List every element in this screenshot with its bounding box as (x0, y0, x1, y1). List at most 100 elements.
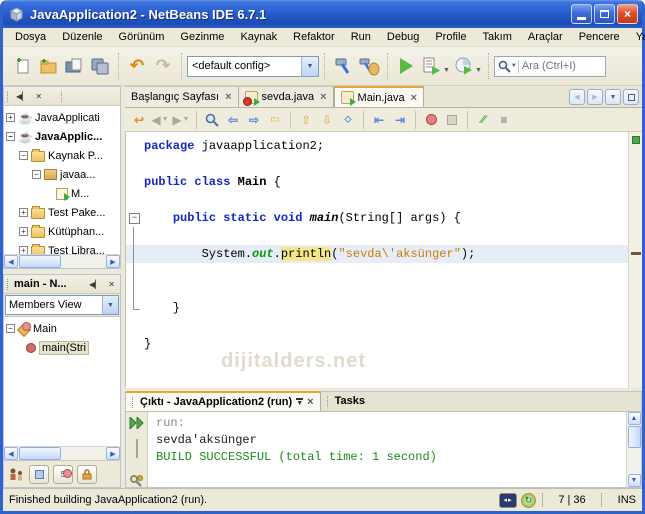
open-project-button[interactable] (61, 53, 87, 79)
search-input[interactable] (521, 60, 592, 72)
menu-item-6[interactable]: Run (343, 29, 379, 45)
toggle-highlight-button[interactable]: ▭ (265, 110, 285, 130)
code-line-8[interactable] (126, 281, 628, 299)
stop-macro-button[interactable] (442, 110, 462, 130)
collapse-icon[interactable]: − (6, 324, 15, 333)
test-packages-node[interactable]: + Test Pake... (4, 203, 120, 222)
minimize-panel-icon[interactable]: ◀▏ (87, 279, 103, 290)
output-tab[interactable]: Çıktı - JavaApplication2 (run) ▼ × (126, 391, 321, 411)
scrollbar-thumb[interactable] (19, 447, 61, 460)
code-line-4[interactable]: public static void main(String[] args) { (126, 209, 628, 227)
output-vscrollbar[interactable]: ▲ ▼ (626, 412, 641, 487)
refresh-status-icon[interactable]: ↻ (521, 492, 536, 508)
menu-item-1[interactable]: Düzenle (54, 29, 110, 45)
menu-item-0[interactable]: Dosya (7, 29, 54, 45)
code-line-11[interactable]: } (126, 335, 628, 353)
tab-close-icon[interactable]: × (320, 91, 326, 103)
show-fields-button[interactable] (29, 464, 49, 484)
output-close-icon[interactable]: × (307, 396, 313, 408)
close-panel-icon[interactable]: ✕ (106, 279, 117, 290)
close-button[interactable]: × (617, 4, 638, 24)
menu-item-10[interactable]: Araçlar (520, 29, 571, 45)
navigator-hscrollbar[interactable]: ◀ ▶ (4, 446, 120, 460)
scrollbar-thumb[interactable] (627, 426, 641, 448)
chevron-down-icon[interactable]: ▼ (102, 296, 118, 314)
find-selection-button[interactable] (202, 110, 222, 130)
previous-bookmark-button[interactable]: ⇧ (296, 110, 316, 130)
scroll-down-icon[interactable]: ▼ (627, 474, 641, 487)
project-node-main[interactable]: − ☕ JavaApplic... (4, 127, 120, 146)
shift-right-button[interactable]: ⇥ (390, 110, 410, 130)
close-panel-icon[interactable]: ✕ (33, 91, 44, 102)
code-line-0[interactable]: package javaapplication2; (126, 137, 628, 155)
run-button[interactable] (393, 53, 419, 79)
document-tab-0[interactable]: Başlangıç Sayfası × (125, 86, 239, 107)
scroll-left-icon[interactable]: ◀ (4, 447, 18, 460)
navigator-view-select[interactable]: Members View ▼ (5, 295, 119, 315)
scrollbar-thumb[interactable] (19, 255, 61, 268)
editor-toolbar-toggle-icon[interactable]: ◂▸ (499, 492, 517, 508)
code-line-9[interactable]: } (126, 299, 628, 317)
source-packages-node[interactable]: − Kaynak P... (4, 146, 120, 165)
output-text[interactable]: run: sevda'aksünger BUILD SUCCESSFUL (tota… (148, 412, 626, 487)
new-file-button[interactable] (9, 53, 35, 79)
debug-button[interactable] (419, 53, 445, 79)
test-libraries-node[interactable]: + Test Libra... (4, 241, 120, 254)
scroll-tabs-right-icon[interactable]: ▶ (587, 89, 603, 105)
tab-close-icon[interactable]: × (411, 92, 417, 104)
menu-item-8[interactable]: Profile (427, 29, 474, 45)
clean-build-button[interactable] (356, 53, 382, 79)
code-editor[interactable]: package javaapplication2; public class Ma… (125, 132, 642, 388)
uncomment-button[interactable]: ≡ (494, 110, 514, 130)
collapse-icon[interactable]: − (19, 151, 28, 160)
code-line-2[interactable]: public class Main { (126, 173, 628, 191)
document-list-dropdown-icon[interactable]: ▼ (605, 89, 621, 105)
menu-item-7[interactable]: Debug (379, 29, 427, 45)
projects-hscrollbar[interactable]: ◀ ▶ (4, 254, 120, 268)
new-project-button[interactable] (35, 53, 61, 79)
expand-icon[interactable]: + (19, 246, 28, 254)
rerun-button[interactable] (129, 415, 144, 434)
document-tab-2[interactable]: Main.java × (333, 86, 425, 107)
libraries-node[interactable]: + Kütüphan... (4, 222, 120, 241)
maximize-editor-icon[interactable] (623, 89, 639, 105)
code-line-1[interactable] (126, 155, 628, 173)
menu-item-2[interactable]: Görünüm (111, 29, 173, 45)
error-stripe[interactable] (628, 132, 642, 388)
comment-button[interactable]: ∕∕ (473, 110, 493, 130)
expand-icon[interactable]: + (6, 113, 15, 122)
show-non-public-button[interactable] (77, 464, 97, 484)
profile-dropdown-icon[interactable]: ▼ (475, 67, 482, 74)
minimize-panel-icon[interactable]: ◀▏ (14, 91, 30, 102)
package-node[interactable]: − javaa... (4, 165, 120, 184)
menu-item-3[interactable]: Gezinme (172, 29, 232, 45)
profile-button[interactable] (451, 53, 477, 79)
project-node[interactable]: + ☕ JavaApplicati (4, 108, 120, 127)
stop-run-button[interactable] (135, 439, 138, 458)
config-select[interactable]: <default config> ▼ (187, 55, 319, 77)
navigator-class-node[interactable]: − Main (4, 319, 120, 338)
collapse-icon[interactable]: − (32, 170, 41, 179)
undo-button[interactable]: ↶ (124, 53, 150, 79)
tab-close-icon[interactable]: × (225, 91, 231, 103)
back-button[interactable]: ◀ ▼ (150, 110, 170, 130)
debug-dropdown-icon[interactable]: ▼ (443, 67, 450, 74)
class-node[interactable]: M... (4, 184, 120, 203)
scroll-up-icon[interactable]: ▲ (627, 412, 641, 425)
forward-button[interactable]: ▶ ▼ (171, 110, 191, 130)
expand-icon[interactable]: + (19, 208, 28, 217)
toggle-bookmark-button[interactable]: ⬦ (338, 110, 358, 130)
start-macro-button[interactable] (421, 110, 441, 130)
document-tab-1[interactable]: sevda.java × (238, 86, 334, 107)
quick-search[interactable]: ▼ (493, 55, 606, 77)
find-previous-button[interactable]: ⇦ (223, 110, 243, 130)
menu-item-4[interactable]: Kaynak (232, 29, 285, 45)
code-area[interactable]: package javaapplication2; public class Ma… (126, 132, 628, 388)
menu-item-12[interactable]: Yardım (628, 29, 645, 45)
code-line-7[interactable] (126, 263, 628, 281)
last-edit-location-button[interactable]: ↩ (129, 110, 149, 130)
code-line-6[interactable]: System.out.println("sevda\'aksünger"); (126, 245, 628, 263)
expand-icon[interactable]: + (19, 227, 28, 236)
search-dropdown-icon[interactable]: ▼ (511, 63, 517, 69)
chevron-down-icon[interactable]: ▼ (301, 56, 318, 76)
